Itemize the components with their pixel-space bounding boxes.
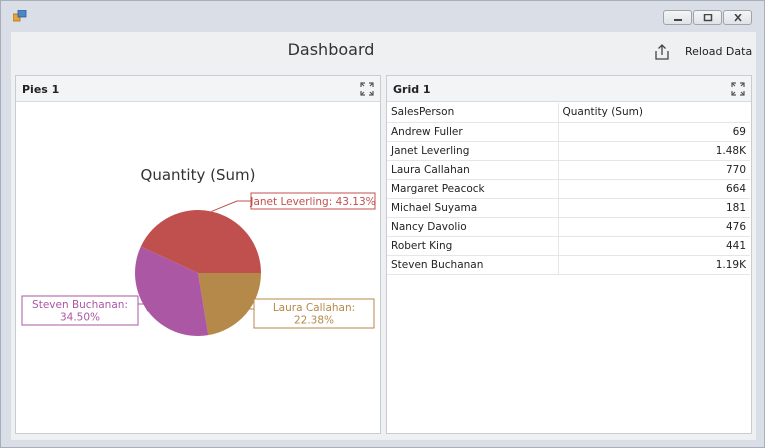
table-row[interactable]: Steven Buchanan 1.19K (387, 255, 750, 275)
column-header-quantity[interactable]: Quantity (Sum) (558, 103, 750, 123)
grid-panel: Grid 1 SalesPerson Quantity (Sum) Andrew… (386, 75, 752, 434)
pies-panel: Pies 1 Quantity (Sum) Janet Leverling: 4… (15, 75, 381, 434)
table-row[interactable]: Andrew Fuller 69 (387, 122, 750, 142)
minimize-button[interactable] (663, 10, 692, 25)
cell-quantity[interactable]: 441 (558, 236, 750, 256)
cell-salesperson[interactable]: Nancy Davolio (387, 217, 559, 237)
pies-panel-header: Pies 1 (16, 76, 380, 102)
cell-quantity[interactable]: 664 (558, 179, 750, 199)
cell-quantity[interactable]: 1.19K (558, 255, 750, 275)
data-grid: SalesPerson Quantity (Sum) Andrew Fuller… (387, 103, 750, 275)
table-row[interactable]: Robert King 441 (387, 236, 750, 256)
app-icon (13, 10, 27, 22)
table-row[interactable]: Nancy Davolio 476 (387, 217, 750, 237)
cell-salesperson[interactable]: Michael Suyama (387, 198, 559, 218)
maximize-icon[interactable] (731, 82, 745, 96)
slice-label: 22.38% (294, 315, 334, 327)
cell-salesperson[interactable]: Robert King (387, 236, 559, 256)
slice-label: 34.50% (60, 312, 100, 324)
cell-salesperson[interactable]: Andrew Fuller (387, 122, 559, 142)
close-button[interactable] (723, 10, 752, 25)
column-header-salesperson[interactable]: SalesPerson (387, 103, 559, 123)
table-row[interactable]: Janet Leverling 1.48K (387, 141, 750, 161)
maximize-button[interactable] (693, 10, 722, 25)
grid-panel-caption: Grid 1 (393, 83, 431, 96)
slice-label: Laura Callahan: (273, 302, 355, 314)
cell-salesperson[interactable]: Janet Leverling (387, 141, 559, 161)
label-leader-line (211, 200, 251, 212)
maximize-icon[interactable] (360, 82, 374, 96)
dashboard-title: Dashboard (287, 40, 375, 59)
cell-quantity[interactable]: 181 (558, 198, 750, 218)
title-bar (1, 1, 764, 31)
pie-chart: Quantity (Sum) Janet Leverling: 43.13% La… (21, 166, 376, 336)
reload-data-button[interactable]: Reload Data (685, 45, 752, 58)
app-window: Dashboard Reload Data Pies 1 Quantity (S… (0, 0, 765, 448)
table-row[interactable]: Margaret Peacock 664 (387, 179, 750, 199)
dashboard-surface: Dashboard Reload Data Pies 1 Quantity (S… (11, 32, 756, 440)
cell-quantity[interactable]: 69 (558, 122, 750, 142)
maximize-icon (703, 14, 713, 22)
chart-title: Quantity (Sum) (141, 166, 256, 184)
export-icon[interactable] (653, 43, 671, 61)
close-icon (734, 14, 742, 22)
slice-label: Steven Buchanan: (32, 299, 128, 311)
cell-quantity[interactable]: 476 (558, 217, 750, 237)
cell-quantity[interactable]: 770 (558, 160, 750, 180)
pies-panel-caption: Pies 1 (22, 83, 60, 96)
table-row[interactable]: Michael Suyama 181 (387, 198, 750, 218)
table-row[interactable]: Laura Callahan 770 (387, 160, 750, 180)
slice-label: Janet Leverling: 43.13% (249, 196, 375, 208)
minimize-icon (674, 19, 682, 21)
cell-salesperson[interactable]: Margaret Peacock (387, 179, 559, 199)
cell-salesperson[interactable]: Laura Callahan (387, 160, 559, 180)
pie-slice[interactable] (198, 273, 261, 336)
grid-header-row: SalesPerson Quantity (Sum) (387, 103, 750, 123)
grid-panel-header: Grid 1 (387, 76, 751, 102)
cell-salesperson[interactable]: Steven Buchanan (387, 255, 559, 275)
cell-quantity[interactable]: 1.48K (558, 141, 750, 161)
